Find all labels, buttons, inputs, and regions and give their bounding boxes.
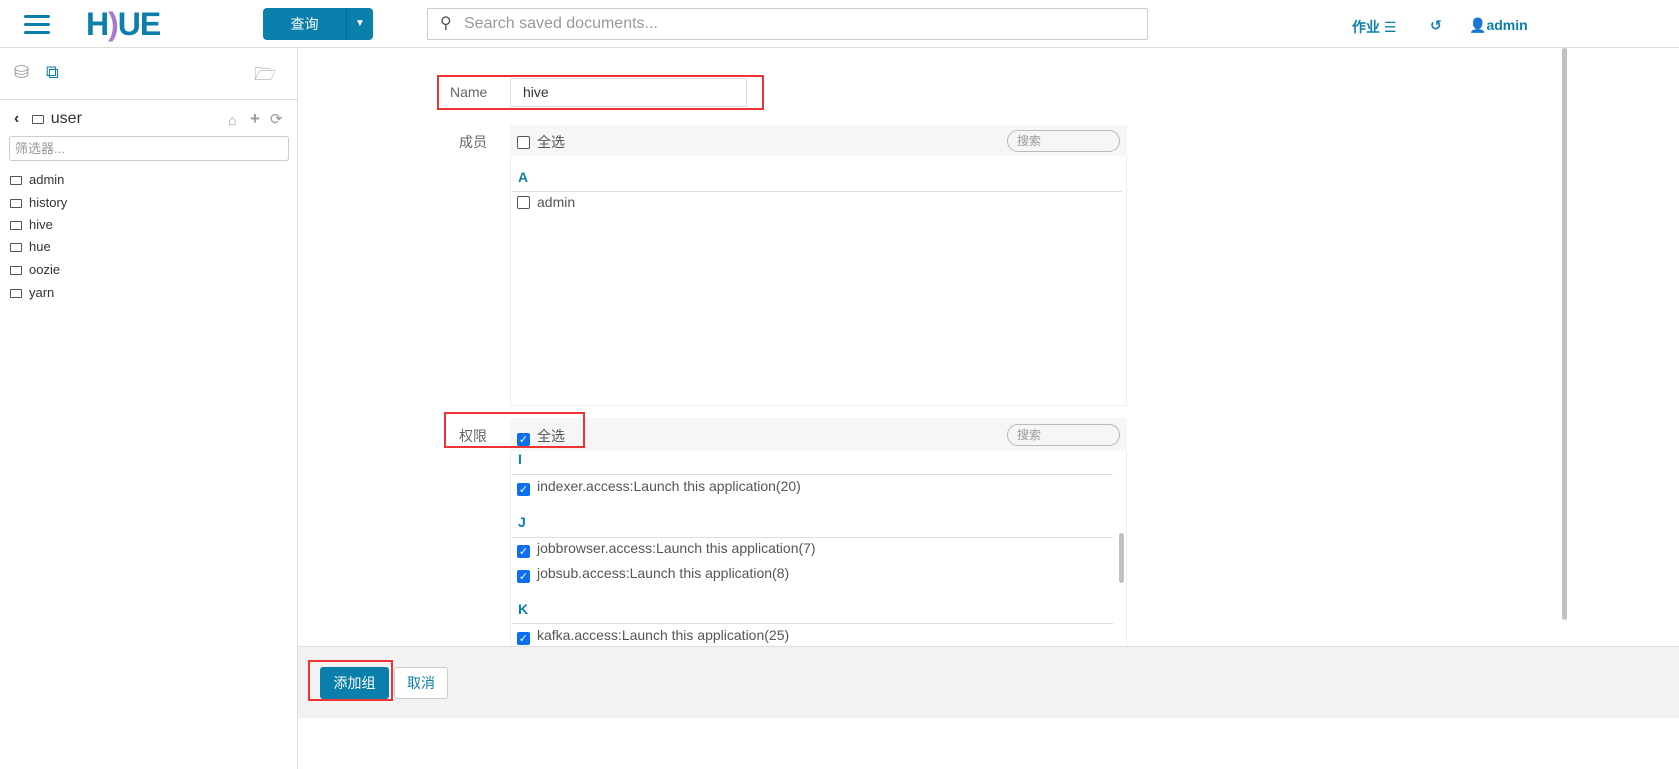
query-button-label[interactable]: 查询 bbox=[263, 8, 347, 40]
permissions-label: 权限 bbox=[459, 428, 487, 444]
members-panel bbox=[510, 125, 1127, 406]
members-search-input[interactable]: 搜索 bbox=[1007, 130, 1120, 152]
permission-item[interactable]: ✓ kafka.access:Launch this application(25… bbox=[517, 627, 789, 645]
database-icon[interactable]: ⛁ bbox=[14, 62, 29, 83]
jobs-link[interactable]: 作业 ☰ bbox=[1352, 17, 1396, 37]
folder-item[interactable]: oozie bbox=[10, 262, 60, 277]
group-letter: J bbox=[518, 514, 526, 530]
form-actions bbox=[298, 646, 1679, 718]
user-icon: 👤 bbox=[1469, 17, 1487, 33]
home-icon[interactable]: ⌂ bbox=[228, 112, 236, 128]
cancel-button[interactable]: 取消 bbox=[394, 667, 448, 699]
group-letter: I bbox=[518, 451, 522, 467]
checkbox[interactable] bbox=[517, 196, 530, 209]
folder-icon bbox=[10, 199, 22, 208]
refresh-icon[interactable]: ⟳ bbox=[270, 110, 283, 128]
select-all-label: 全选 bbox=[537, 428, 565, 444]
folder-name: admin bbox=[29, 172, 65, 187]
jobs-label: 作业 bbox=[1352, 19, 1380, 35]
folder-item[interactable]: yarn bbox=[10, 285, 54, 300]
permission-item[interactable]: ✓ indexer.access:Launch this application(… bbox=[517, 478, 801, 496]
permission-label: kafka.access:Launch this application(25) bbox=[537, 627, 790, 643]
folder-icon bbox=[10, 266, 22, 275]
members-label: 成员 bbox=[459, 134, 487, 150]
folder-icon bbox=[10, 289, 22, 298]
member-item[interactable]: admin bbox=[517, 194, 575, 210]
jobs-icon: ☰ bbox=[1383, 19, 1397, 35]
search-input[interactable]: ⚲ Search saved documents... bbox=[427, 8, 1148, 40]
caret-down-icon[interactable]: ▼ bbox=[347, 8, 373, 40]
folder-icon bbox=[10, 243, 22, 252]
search-placeholder: Search saved documents... bbox=[464, 15, 658, 32]
folder-item[interactable]: admin bbox=[10, 172, 64, 187]
checkbox[interactable] bbox=[517, 136, 530, 149]
permission-item[interactable]: ✓ jobsub.access:Launch this application(8… bbox=[517, 565, 789, 583]
plus-icon[interactable]: + bbox=[250, 109, 260, 129]
group-letter: A bbox=[518, 169, 529, 185]
open-folder-icon[interactable]: 🗁 bbox=[254, 62, 276, 92]
hamburger-menu-icon[interactable] bbox=[24, 15, 50, 35]
documents-icon[interactable]: ⧉ bbox=[46, 62, 59, 83]
checkbox-checked[interactable]: ✓ bbox=[517, 570, 530, 583]
name-input[interactable]: hive bbox=[510, 78, 747, 107]
folder-icon bbox=[10, 176, 22, 185]
checkbox-checked[interactable]: ✓ bbox=[517, 632, 530, 645]
member-label: admin bbox=[537, 194, 576, 210]
folder-item[interactable]: history bbox=[10, 195, 67, 210]
permissions-panel bbox=[510, 418, 1127, 646]
folder-name: hive bbox=[29, 217, 53, 232]
history-icon[interactable]: ↺ bbox=[1430, 17, 1442, 34]
page-scrollbar[interactable] bbox=[1562, 48, 1567, 620]
folder-icon bbox=[10, 221, 22, 230]
folder-icon bbox=[31, 115, 44, 124]
user-name: admin bbox=[1486, 17, 1528, 33]
folder-name: oozie bbox=[29, 262, 61, 277]
sidebar: ⛁ ⧉ 🗁 ‹ user ⌂ + ⟳ 筛选器... admin history … bbox=[0, 48, 298, 769]
permission-label: jobsub.access:Launch this application(8) bbox=[537, 565, 790, 581]
group-letter: K bbox=[518, 601, 529, 617]
query-button[interactable]: 查询 ▼ bbox=[263, 8, 373, 40]
checkbox-checked[interactable]: ✓ bbox=[517, 545, 530, 558]
permissions-scrollbar[interactable] bbox=[1119, 533, 1124, 583]
name-label: Name bbox=[450, 84, 488, 100]
checkbox-checked[interactable]: ✓ bbox=[517, 483, 530, 496]
folder-item[interactable]: hue bbox=[10, 239, 51, 254]
members-select-all[interactable]: 全选 bbox=[517, 132, 565, 152]
hue-logo[interactable]: H)UE bbox=[86, 6, 161, 43]
top-navbar: H)UE 查询 ▼ ⚲ Search saved documents... 作业 ☰… bbox=[0, 0, 1679, 48]
user-menu[interactable]: 👤admin bbox=[1469, 17, 1528, 34]
permission-label: jobbrowser.access:Launch this applicatio… bbox=[537, 540, 816, 556]
current-path: user bbox=[50, 110, 82, 127]
permissions-select-all[interactable]: ✓ 全选 bbox=[517, 426, 565, 446]
folder-name: hue bbox=[29, 239, 51, 254]
folder-name: history bbox=[29, 195, 68, 210]
filter-input[interactable]: 筛选器... bbox=[9, 136, 289, 161]
back-icon[interactable]: ‹ bbox=[14, 110, 19, 127]
permission-label: indexer.access:Launch this application(2… bbox=[537, 478, 801, 494]
add-group-button[interactable]: 添加组 bbox=[320, 667, 389, 699]
breadcrumb: ‹ user bbox=[14, 110, 82, 128]
folder-item[interactable]: hive bbox=[10, 217, 53, 232]
search-icon: ⚲ bbox=[440, 15, 452, 32]
checkbox-checked[interactable]: ✓ bbox=[517, 433, 530, 446]
folder-name: yarn bbox=[29, 285, 55, 300]
select-all-label: 全选 bbox=[537, 134, 565, 150]
permission-item[interactable]: ✓ jobbrowser.access:Launch this applicati… bbox=[517, 540, 816, 558]
permissions-search-input[interactable]: 搜索 bbox=[1007, 424, 1120, 446]
